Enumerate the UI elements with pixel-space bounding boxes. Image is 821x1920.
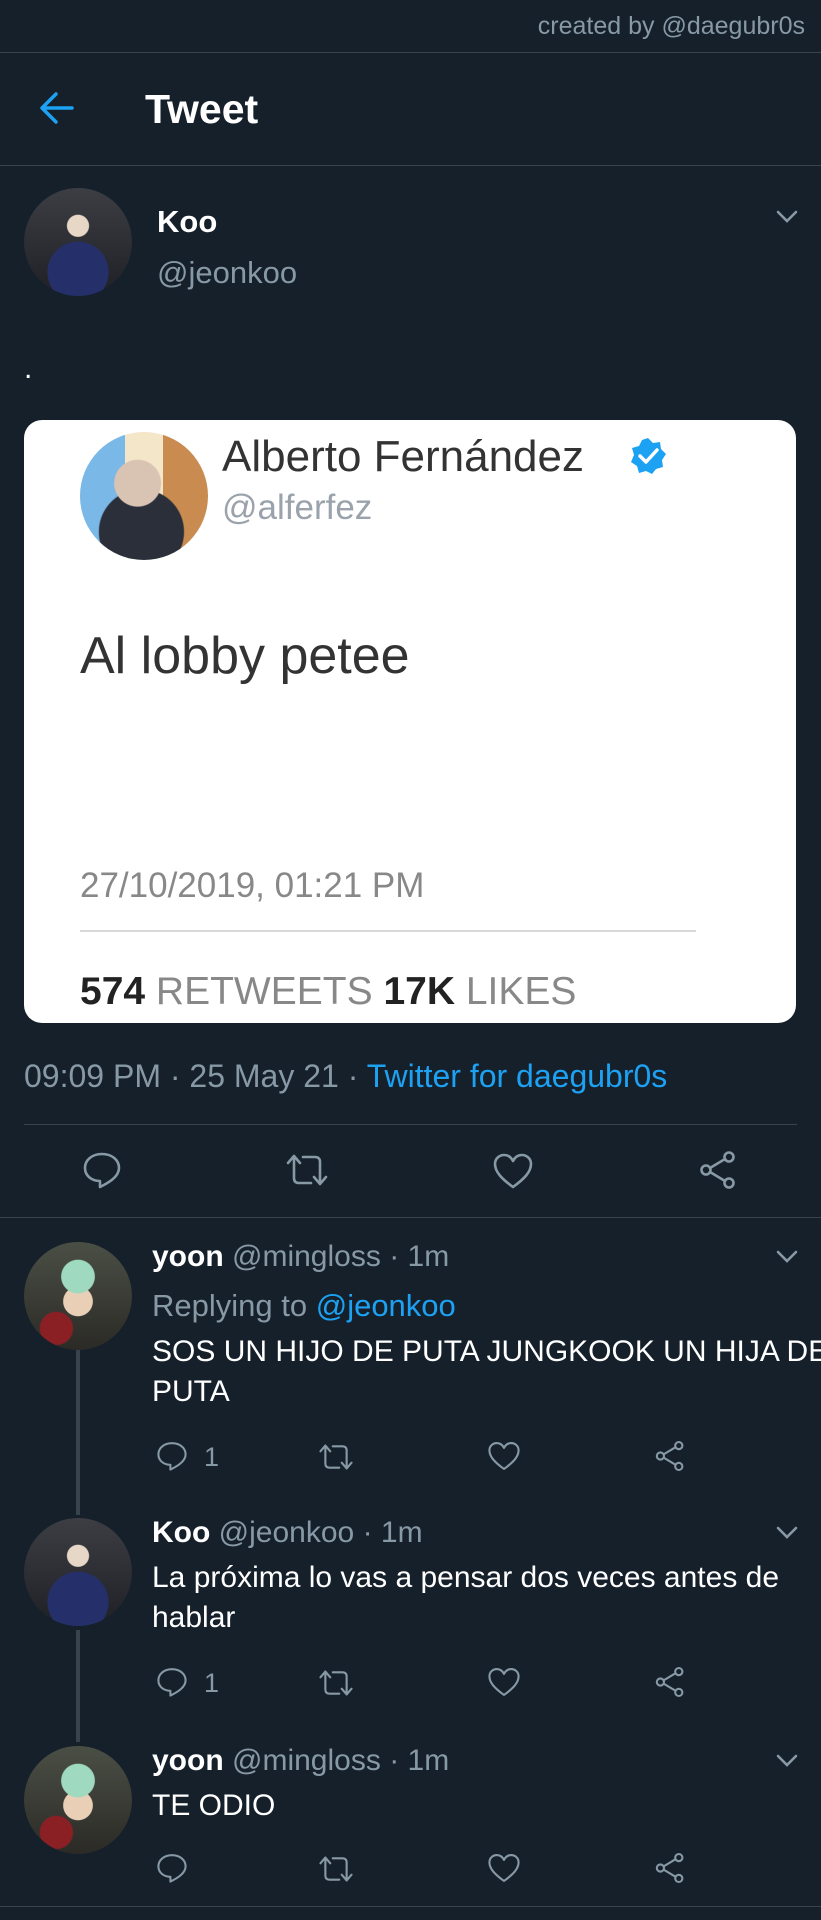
reply-count: 1 [204, 1668, 220, 1698]
embedded-text: Al lobby petee [80, 627, 410, 685]
retweets-label: RETWEETS [155, 970, 373, 1013]
retweet-icon[interactable] [285, 1152, 329, 1188]
divider [0, 1906, 821, 1907]
reply-icon[interactable] [82, 1150, 122, 1190]
reply-author-handle[interactable]: @mingloss [232, 1744, 381, 1777]
author-handle[interactable]: @jeonkoo [157, 255, 297, 291]
reply-time: · 1m [362, 1516, 423, 1549]
replying-to: Replying to @jeonkoo [152, 1288, 456, 1324]
reply-avatar[interactable] [24, 1746, 132, 1854]
meta-separator: · [347, 1058, 359, 1094]
reply-header: Koo @jeonkoo · 1m [152, 1516, 423, 1550]
like-icon[interactable] [487, 1440, 521, 1472]
retweet-icon[interactable] [318, 1442, 354, 1472]
page-title: Tweet [145, 86, 259, 132]
reply-avatar[interactable] [24, 1242, 132, 1350]
likes-label: LIKES [465, 970, 577, 1013]
back-arrow-icon[interactable] [38, 88, 76, 128]
share-icon[interactable] [654, 1666, 686, 1698]
reply-text: La próxima lo vas a pensar dos veces ant… [152, 1561, 780, 1634]
reply-author-name[interactable]: Koo [152, 1516, 210, 1549]
replying-to-label: Replying to [152, 1288, 308, 1323]
replying-to-mention[interactable]: @jeonkoo [316, 1288, 456, 1323]
chevron-down-icon[interactable] [776, 1754, 798, 1768]
embedded-stats: 574 RETWEETS 17K LIKES [80, 970, 576, 1014]
reply-icon[interactable] [156, 1666, 188, 1698]
reply-icon[interactable] [156, 1852, 188, 1884]
watermark-credit: created by @daegubr0s [537, 12, 805, 40]
reply-avatar[interactable] [24, 1518, 132, 1626]
author-avatar[interactable] [24, 188, 132, 296]
meta-separator: · [169, 1058, 181, 1094]
embedded-divider [80, 930, 696, 932]
thread-line [76, 1630, 80, 1742]
reply-author-handle[interactable]: @mingloss [232, 1240, 381, 1273]
retweet-icon[interactable] [318, 1854, 354, 1884]
like-icon[interactable] [487, 1666, 521, 1698]
tweet-meta: 09:09 PM · 25 May 21 · Twitter for daegu… [24, 1058, 667, 1095]
retweet-icon[interactable] [318, 1668, 354, 1698]
reply-text: SOS UN HIJO DE PUTA JUNGKOOK UN HIJA DE … [152, 1335, 821, 1408]
tweet-source-link[interactable]: Twitter for daegubr0s [367, 1058, 668, 1094]
verified-badge-icon [631, 438, 666, 474]
share-icon[interactable] [698, 1150, 738, 1190]
retweets-count: 574 [80, 970, 146, 1013]
embedded-name: Alberto Fernández [222, 432, 584, 481]
reply-icon[interactable] [156, 1440, 188, 1472]
reply-time: · 1m [389, 1240, 450, 1273]
reply-header: yoon @mingloss · 1m [152, 1744, 449, 1778]
embedded-handle: @alferfez [222, 488, 373, 527]
divider [0, 165, 821, 166]
tweet-date: 25 May 21 [189, 1058, 339, 1094]
reply-text: TE ODIO [152, 1789, 276, 1822]
tweet-time: 09:09 PM [24, 1058, 161, 1094]
divider [0, 1217, 821, 1218]
chevron-down-icon[interactable] [776, 1250, 798, 1264]
reply-header: yoon @mingloss · 1m [152, 1240, 449, 1274]
reply-count: 1 [204, 1442, 220, 1472]
chevron-down-icon[interactable] [776, 1526, 798, 1540]
thread-line [76, 1350, 80, 1515]
like-icon[interactable] [492, 1152, 534, 1190]
embedded-avatar [80, 432, 208, 560]
reply-author-name[interactable]: yoon [152, 1240, 224, 1273]
share-icon[interactable] [654, 1440, 686, 1472]
tweet-text: . [24, 352, 33, 385]
share-icon[interactable] [654, 1852, 686, 1884]
chevron-down-icon[interactable] [776, 210, 798, 224]
reply-author-handle[interactable]: @jeonkoo [219, 1516, 355, 1549]
divider [24, 1124, 797, 1125]
author-name[interactable]: Koo [157, 204, 217, 240]
like-icon[interactable] [487, 1852, 521, 1884]
divider [0, 52, 821, 53]
reply-time: · 1m [389, 1744, 450, 1777]
reply-author-name[interactable]: yoon [152, 1744, 224, 1777]
likes-count: 17K [383, 970, 455, 1013]
embedded-date: 27/10/2019, 01:21 PM [80, 866, 425, 905]
